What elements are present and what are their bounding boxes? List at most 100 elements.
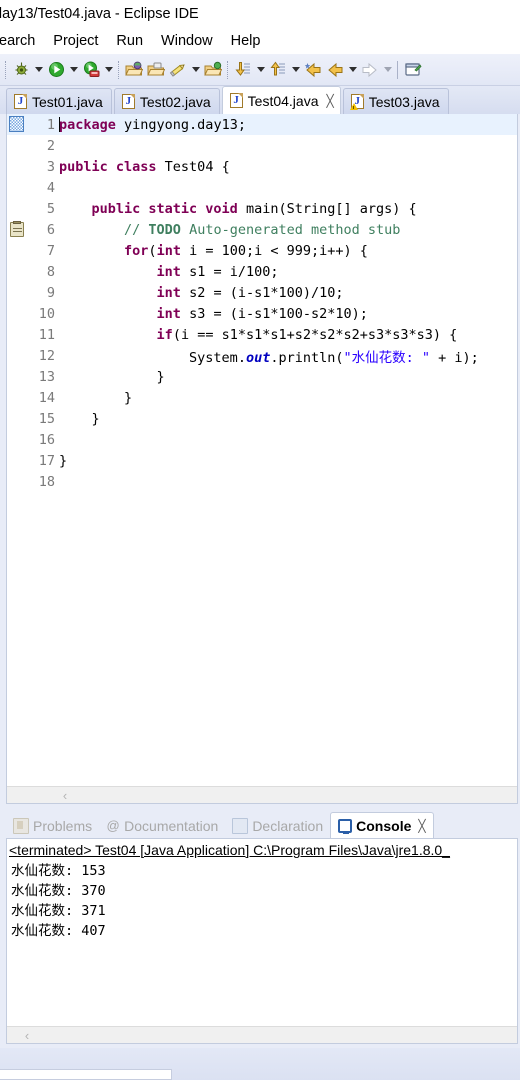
open-type-icon[interactable] [145, 58, 167, 82]
code-line[interactable]: 3 public class Test04 { [7, 156, 517, 177]
forward-arrow-icon[interactable] [359, 58, 381, 82]
code-line[interactable]: 10 int s3 = (i-s1*100-s2*10); [7, 303, 517, 324]
code-area[interactable]: 1 package yingyong.day13; 2 3 public class T… [7, 114, 517, 803]
bottom-tab-label: Declaration [252, 818, 324, 834]
code-line[interactable]: 14 } [7, 387, 517, 408]
editor-gutter-cell[interactable] [7, 177, 29, 198]
code-line[interactable]: 6 // TODO Auto-generated method stub [7, 219, 517, 240]
run-dropdown-arrow[interactable] [67, 58, 80, 82]
next-annotation-dropdown-arrow[interactable] [254, 58, 267, 82]
editor-scroll-track[interactable] [85, 787, 517, 803]
code-line[interactable]: 8 int s1 = i/100; [7, 261, 517, 282]
editor-gutter-cell[interactable] [7, 156, 29, 177]
menu-item-earch[interactable]: earch [0, 33, 44, 49]
code-text: + i); [430, 349, 479, 366]
editor-gutter-cell[interactable] [7, 450, 29, 471]
editor-tab-test01-java[interactable]: J Test01.java [6, 88, 112, 114]
line-text: System.out.println("水仙花数: " + i); [56, 346, 517, 366]
todo-task-marker-icon[interactable] [10, 221, 24, 237]
code-line[interactable]: 9 int s2 = (i-s1*100)/10; [7, 282, 517, 303]
bottom-tab-declaration[interactable]: Declaration [225, 814, 330, 838]
code-line[interactable]: 16 [7, 429, 517, 450]
last-edit-location-icon[interactable] [302, 58, 324, 82]
editor-gutter-cell[interactable] [7, 408, 29, 429]
code-text: Test04 { [156, 158, 230, 175]
console-scroll-track[interactable] [47, 1027, 517, 1043]
menu-item-window[interactable]: Window [152, 33, 222, 49]
menu-item-project[interactable]: Project [44, 33, 107, 49]
new-java-package-icon[interactable] [123, 58, 145, 82]
code-line[interactable]: 7 for(int i = 100;i < 999;i++) { [7, 240, 517, 261]
editor-gutter-cell[interactable] [7, 303, 29, 324]
code-string: "水仙花数: " [343, 349, 431, 366]
console-horizontal-scrollbar[interactable]: ‹ [7, 1026, 517, 1043]
bottom-tab-problems[interactable]: Problems [6, 814, 99, 838]
bottom-tab-console[interactable]: Console ╳ [330, 812, 434, 838]
new-window-icon[interactable] [402, 58, 424, 82]
editor-gutter-cell[interactable] [7, 198, 29, 219]
code-line[interactable]: 17} [7, 450, 517, 471]
editor-gutter-cell[interactable] [7, 345, 29, 366]
code-line[interactable]: 18 [7, 471, 517, 492]
eclipse-ide-window: day13/Test04.java - Eclipse IDE earch Pro… [0, 0, 520, 1080]
editor-gutter-cell[interactable] [7, 261, 29, 282]
code-line[interactable]: 12 System.out.println("水仙花数: " + i); [7, 345, 517, 366]
forward-dropdown-arrow[interactable] [381, 58, 394, 82]
code-keyword: int [156, 305, 181, 322]
line-number: 7 [46, 242, 55, 259]
line-text: // TODO Auto-generated method stub [56, 222, 517, 238]
line-number: 17 [38, 452, 55, 469]
line-number: 4 [46, 179, 55, 196]
console-scroll-left-arrow[interactable]: ‹ [7, 1027, 47, 1043]
run-coverage-icon[interactable] [80, 58, 102, 82]
code-line[interactable]: 5 public static void main(String[] args)… [7, 198, 517, 219]
editor-tab-test04-java[interactable]: J Test04.java ╳ [221, 86, 341, 114]
console-view[interactable]: <terminated> Test04 [Java Application] C… [6, 838, 518, 1044]
editor-gutter-cell[interactable] [7, 429, 29, 450]
editor-gutter-cell[interactable] [7, 366, 29, 387]
editor-tab-test02-java[interactable]: J Test02.java [113, 88, 220, 114]
code-text: } [59, 410, 100, 427]
code-line[interactable]: 11 if(i == s1*s1*s1+s2*s2*s2+s3*s3*s3) { [7, 324, 517, 345]
editor-tab-test03-java[interactable]: J Test03.java [342, 88, 449, 114]
editor-gutter-cell[interactable] [7, 387, 29, 408]
editor-gutter-cell[interactable] [7, 135, 29, 156]
bottom-tab-close-icon[interactable]: ╳ [418, 819, 425, 833]
editor-tab-close-icon[interactable]: ╳ [326, 94, 333, 108]
menu-item-help[interactable]: Help [222, 33, 270, 49]
editor-horizontal-scrollbar[interactable]: ‹ [7, 786, 517, 803]
open-folder-green-icon[interactable] [202, 58, 224, 82]
debug-dropdown-arrow[interactable] [32, 58, 45, 82]
menu-item-run[interactable]: Run [107, 33, 152, 49]
back-dropdown-arrow[interactable] [346, 58, 359, 82]
code-line[interactable]: 1 package yingyong.day13; [7, 114, 517, 135]
back-arrow-icon[interactable] [324, 58, 346, 82]
editor-gutter-cell[interactable] [7, 282, 29, 303]
previous-annotation-dropdown-arrow[interactable] [289, 58, 302, 82]
bottom-tab-documentation[interactable]: @ Documentation [99, 814, 225, 838]
previous-annotation-up-icon[interactable] [267, 58, 289, 82]
code-line[interactable]: 15 } [7, 408, 517, 429]
declaration-icon [232, 818, 249, 834]
pencil-edit-icon[interactable] [167, 58, 189, 82]
next-annotation-down-icon[interactable] [232, 58, 254, 82]
run-play-icon[interactable] [45, 58, 67, 82]
edit-dropdown-arrow[interactable] [189, 58, 202, 82]
editor-gutter-cell[interactable] [7, 240, 29, 261]
code-editor[interactable]: 1 package yingyong.day13; 2 3 public class T… [6, 114, 518, 804]
line-text: int s2 = (i-s1*100)/10; [56, 285, 517, 301]
editor-scroll-left-arrow[interactable]: ‹ [45, 787, 85, 803]
code-text: main(String[] args) { [237, 200, 417, 217]
editor-gutter-cell[interactable] [7, 219, 29, 240]
code-line[interactable]: 4 [7, 177, 517, 198]
code-line[interactable]: 2 [7, 135, 517, 156]
console-icon [338, 818, 353, 834]
editor-gutter-cell[interactable] [7, 324, 29, 345]
editor-gutter-cell[interactable] [7, 471, 29, 492]
code-text: s2 = (i-s1*100)/10; [180, 284, 344, 301]
code-line[interactable]: 13 } [7, 366, 517, 387]
coverage-dropdown-arrow[interactable] [102, 58, 115, 82]
editor-gutter-cell[interactable] [7, 114, 29, 135]
line-text: } [56, 453, 517, 469]
debug-bug-icon[interactable] [10, 58, 32, 82]
